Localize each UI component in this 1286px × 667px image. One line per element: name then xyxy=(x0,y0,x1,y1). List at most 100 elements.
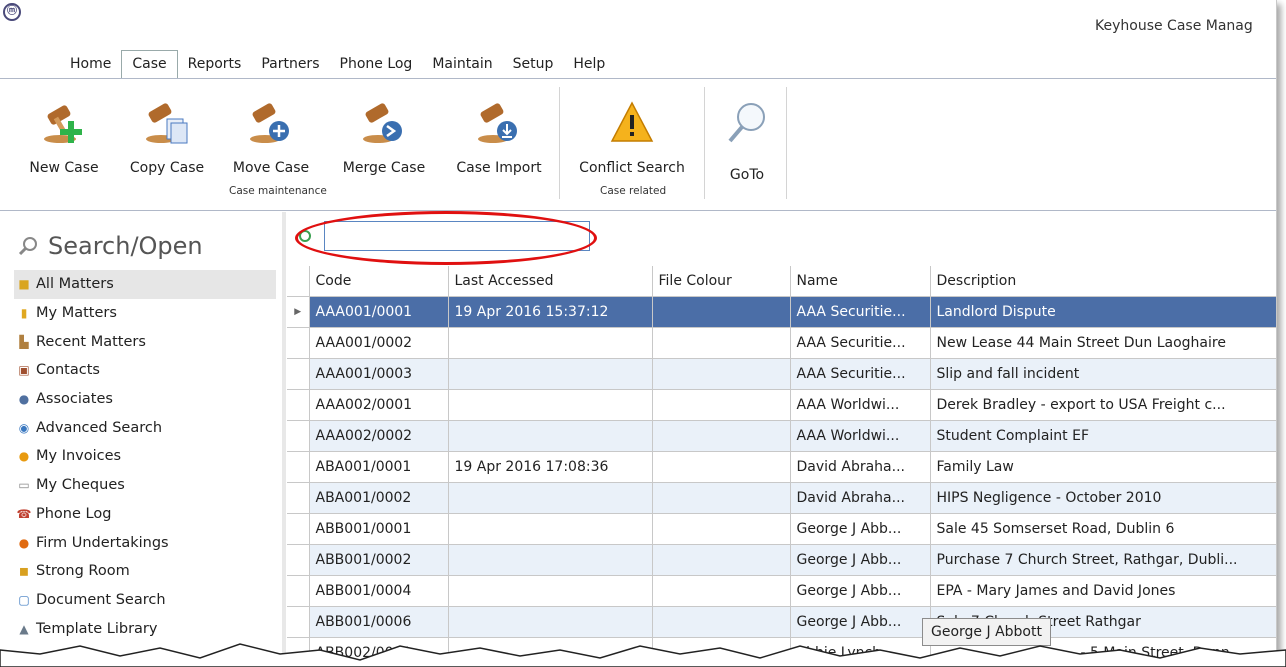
table-row[interactable]: ABA001/0002 David Abraha... HIPS Neglige… xyxy=(287,482,1276,514)
cell-file-colour xyxy=(652,482,791,514)
torn-edge xyxy=(0,643,1286,667)
sidebar-item-my-cheques[interactable]: ▭ My Cheques xyxy=(14,471,276,500)
tab-setup[interactable]: Setup xyxy=(503,50,564,78)
sidebar-item-my-matters[interactable]: ▮ My Matters xyxy=(14,299,276,328)
cell-file-colour xyxy=(652,513,791,545)
table-row[interactable]: ▶ AAA001/0001 19 Apr 2016 15:37:12 AAA S… xyxy=(287,296,1276,328)
cell-name: AAA Worldwi... xyxy=(790,420,931,452)
new-case-label: New Case xyxy=(29,160,99,176)
sidebar-item-contacts[interactable]: ▣ Contacts xyxy=(14,356,276,385)
table-row[interactable]: AAA002/0001 AAA Worldwi... Derek Bradley… xyxy=(287,389,1276,421)
copy-case-button[interactable]: Copy Case xyxy=(118,79,216,189)
cell-last-accessed xyxy=(448,389,653,421)
tab-home[interactable]: Home xyxy=(60,50,121,78)
move-case-button[interactable]: Move Case xyxy=(222,79,320,189)
table-row[interactable]: ABB001/0004 George J Abb... EPA - Mary J… xyxy=(287,575,1276,607)
sidebar-item-label: All Matters xyxy=(36,276,114,293)
table-row[interactable]: ABB001/0006 George J Abb... Sale 7 Churc… xyxy=(287,606,1276,638)
move-case-label: Move Case xyxy=(232,160,310,176)
cell-last-accessed xyxy=(448,575,653,607)
table-row[interactable]: ABB001/0002 George J Abb... Purchase 7 C… xyxy=(287,544,1276,576)
search-open-heading: Search/Open xyxy=(18,232,203,260)
person-icon: ● xyxy=(18,392,30,407)
sidebar-item-advanced-search[interactable]: ◉ Advanced Search xyxy=(14,413,276,442)
new-case-button[interactable]: New Case xyxy=(18,79,110,189)
cell-last-accessed xyxy=(448,513,653,545)
app-logo-icon[interactable]: ⓜ xyxy=(3,3,21,21)
sidebar-item-label: Firm Undertakings xyxy=(36,534,169,551)
case-import-button[interactable]: Case Import xyxy=(446,79,552,189)
cell-name: AAA Securitie... xyxy=(790,296,931,328)
case-import-label: Case Import xyxy=(456,160,542,176)
row-indicator xyxy=(287,544,310,576)
sidebar-item-label: Associates xyxy=(36,391,113,408)
table-row[interactable]: AAA001/0002 AAA Securitie... New Lease 4… xyxy=(287,327,1276,359)
merge-case-label: Merge Case xyxy=(342,160,426,176)
column-header-code[interactable]: Code xyxy=(309,266,449,297)
sidebar-item-phone-log[interactable]: ☎ Phone Log xyxy=(14,500,276,529)
sidebar-item-all-matters[interactable]: ■ All Matters xyxy=(14,270,276,299)
cell-code: AAA002/0002 xyxy=(309,420,449,452)
column-header-description[interactable]: Description xyxy=(930,266,1276,297)
cell-code: ABB001/0006 xyxy=(309,606,449,638)
group-caption-case-maintenance: Case maintenance xyxy=(229,185,327,197)
table-row[interactable]: ABA001/0001 19 Apr 2016 17:08:36 David A… xyxy=(287,451,1276,483)
column-header-last-accessed[interactable]: Last Accessed xyxy=(448,266,653,297)
goto-label: GoTo xyxy=(729,167,765,183)
cell-code: AAA001/0002 xyxy=(309,327,449,359)
table-row[interactable]: AAA002/0002 AAA Worldwi... Student Compl… xyxy=(287,420,1276,452)
merge-case-button[interactable]: Merge Case xyxy=(332,79,436,189)
refresh-icon[interactable] xyxy=(298,229,312,243)
cell-last-accessed: 19 Apr 2016 15:37:12 xyxy=(448,296,653,328)
advanced-search-icon: ◉ xyxy=(18,420,30,435)
title-bar: ⓜ Keyhouse Case Manag xyxy=(0,0,1276,44)
cell-code: AAA001/0003 xyxy=(309,358,449,390)
cell-file-colour xyxy=(652,327,791,359)
row-indicator xyxy=(287,575,310,607)
matters-grid: Code Last Accessed File Colour Name Desc… xyxy=(287,266,1276,660)
sidebar-item-template-library[interactable]: ▲ Template Library xyxy=(14,614,276,643)
sidebar-item-recent-matters[interactable]: ▙ Recent Matters xyxy=(14,327,276,356)
cell-description: HIPS Negligence - October 2010 xyxy=(930,482,1276,514)
gavel-copy-icon xyxy=(146,103,188,144)
sidebar-item-document-search[interactable]: ▢ Document Search xyxy=(14,586,276,615)
conflict-search-button[interactable]: Conflict Search xyxy=(566,79,698,189)
tab-reports[interactable]: Reports xyxy=(178,50,252,78)
cell-last-accessed xyxy=(448,544,653,576)
cell-name: AAA Securitie... xyxy=(790,358,931,390)
cell-description: EPA - Mary James and David Jones xyxy=(930,575,1276,607)
sidebar-item-strong-room[interactable]: ◼ Strong Room xyxy=(14,557,276,586)
row-indicator xyxy=(287,513,310,545)
gavel-move-icon xyxy=(250,103,289,143)
column-header-name[interactable]: Name xyxy=(790,266,931,297)
conflict-search-label: Conflict Search xyxy=(579,160,685,176)
splitter[interactable] xyxy=(282,212,286,660)
sidebar-item-firm-undertakings[interactable]: ● Firm Undertakings xyxy=(14,528,276,557)
row-indicator-header xyxy=(287,266,310,297)
sidebar-item-label: Advanced Search xyxy=(36,419,163,436)
cell-description: Sale 45 Somserset Road, Dublin 6 xyxy=(930,513,1276,545)
tab-help[interactable]: Help xyxy=(563,50,615,78)
sidebar-item-label: Contacts xyxy=(36,362,100,379)
ribbon-separator xyxy=(704,87,705,199)
goto-button[interactable]: GoTo xyxy=(712,79,782,189)
sidebar-item-my-invoices[interactable]: ● My Invoices xyxy=(14,442,276,471)
sidebar-item-label: Template Library xyxy=(36,620,158,637)
sidebar-item-label: Phone Log xyxy=(36,505,112,522)
cell-file-colour xyxy=(652,296,791,328)
search-input[interactable] xyxy=(324,221,590,251)
table-row[interactable]: ABB001/0001 George J Abb... Sale 45 Soms… xyxy=(287,513,1276,545)
ribbon: New Case Copy Case Move Case Merge Case … xyxy=(0,78,1276,211)
row-indicator-icon: ▶ xyxy=(287,296,310,328)
tab-partners[interactable]: Partners xyxy=(251,50,329,78)
tab-phone-log[interactable]: Phone Log xyxy=(330,50,423,78)
column-header-file-colour[interactable]: File Colour xyxy=(652,266,791,297)
copy-case-label: Copy Case xyxy=(129,160,205,176)
gavel-add-icon xyxy=(44,105,82,143)
cheque-icon: ▭ xyxy=(18,478,30,493)
sidebar-item-associates[interactable]: ● Associates xyxy=(14,385,276,414)
cell-file-colour xyxy=(652,575,791,607)
tab-maintain[interactable]: Maintain xyxy=(422,50,502,78)
tab-case[interactable]: Case xyxy=(121,50,178,80)
table-row[interactable]: AAA001/0003 AAA Securitie... Slip and fa… xyxy=(287,358,1276,390)
